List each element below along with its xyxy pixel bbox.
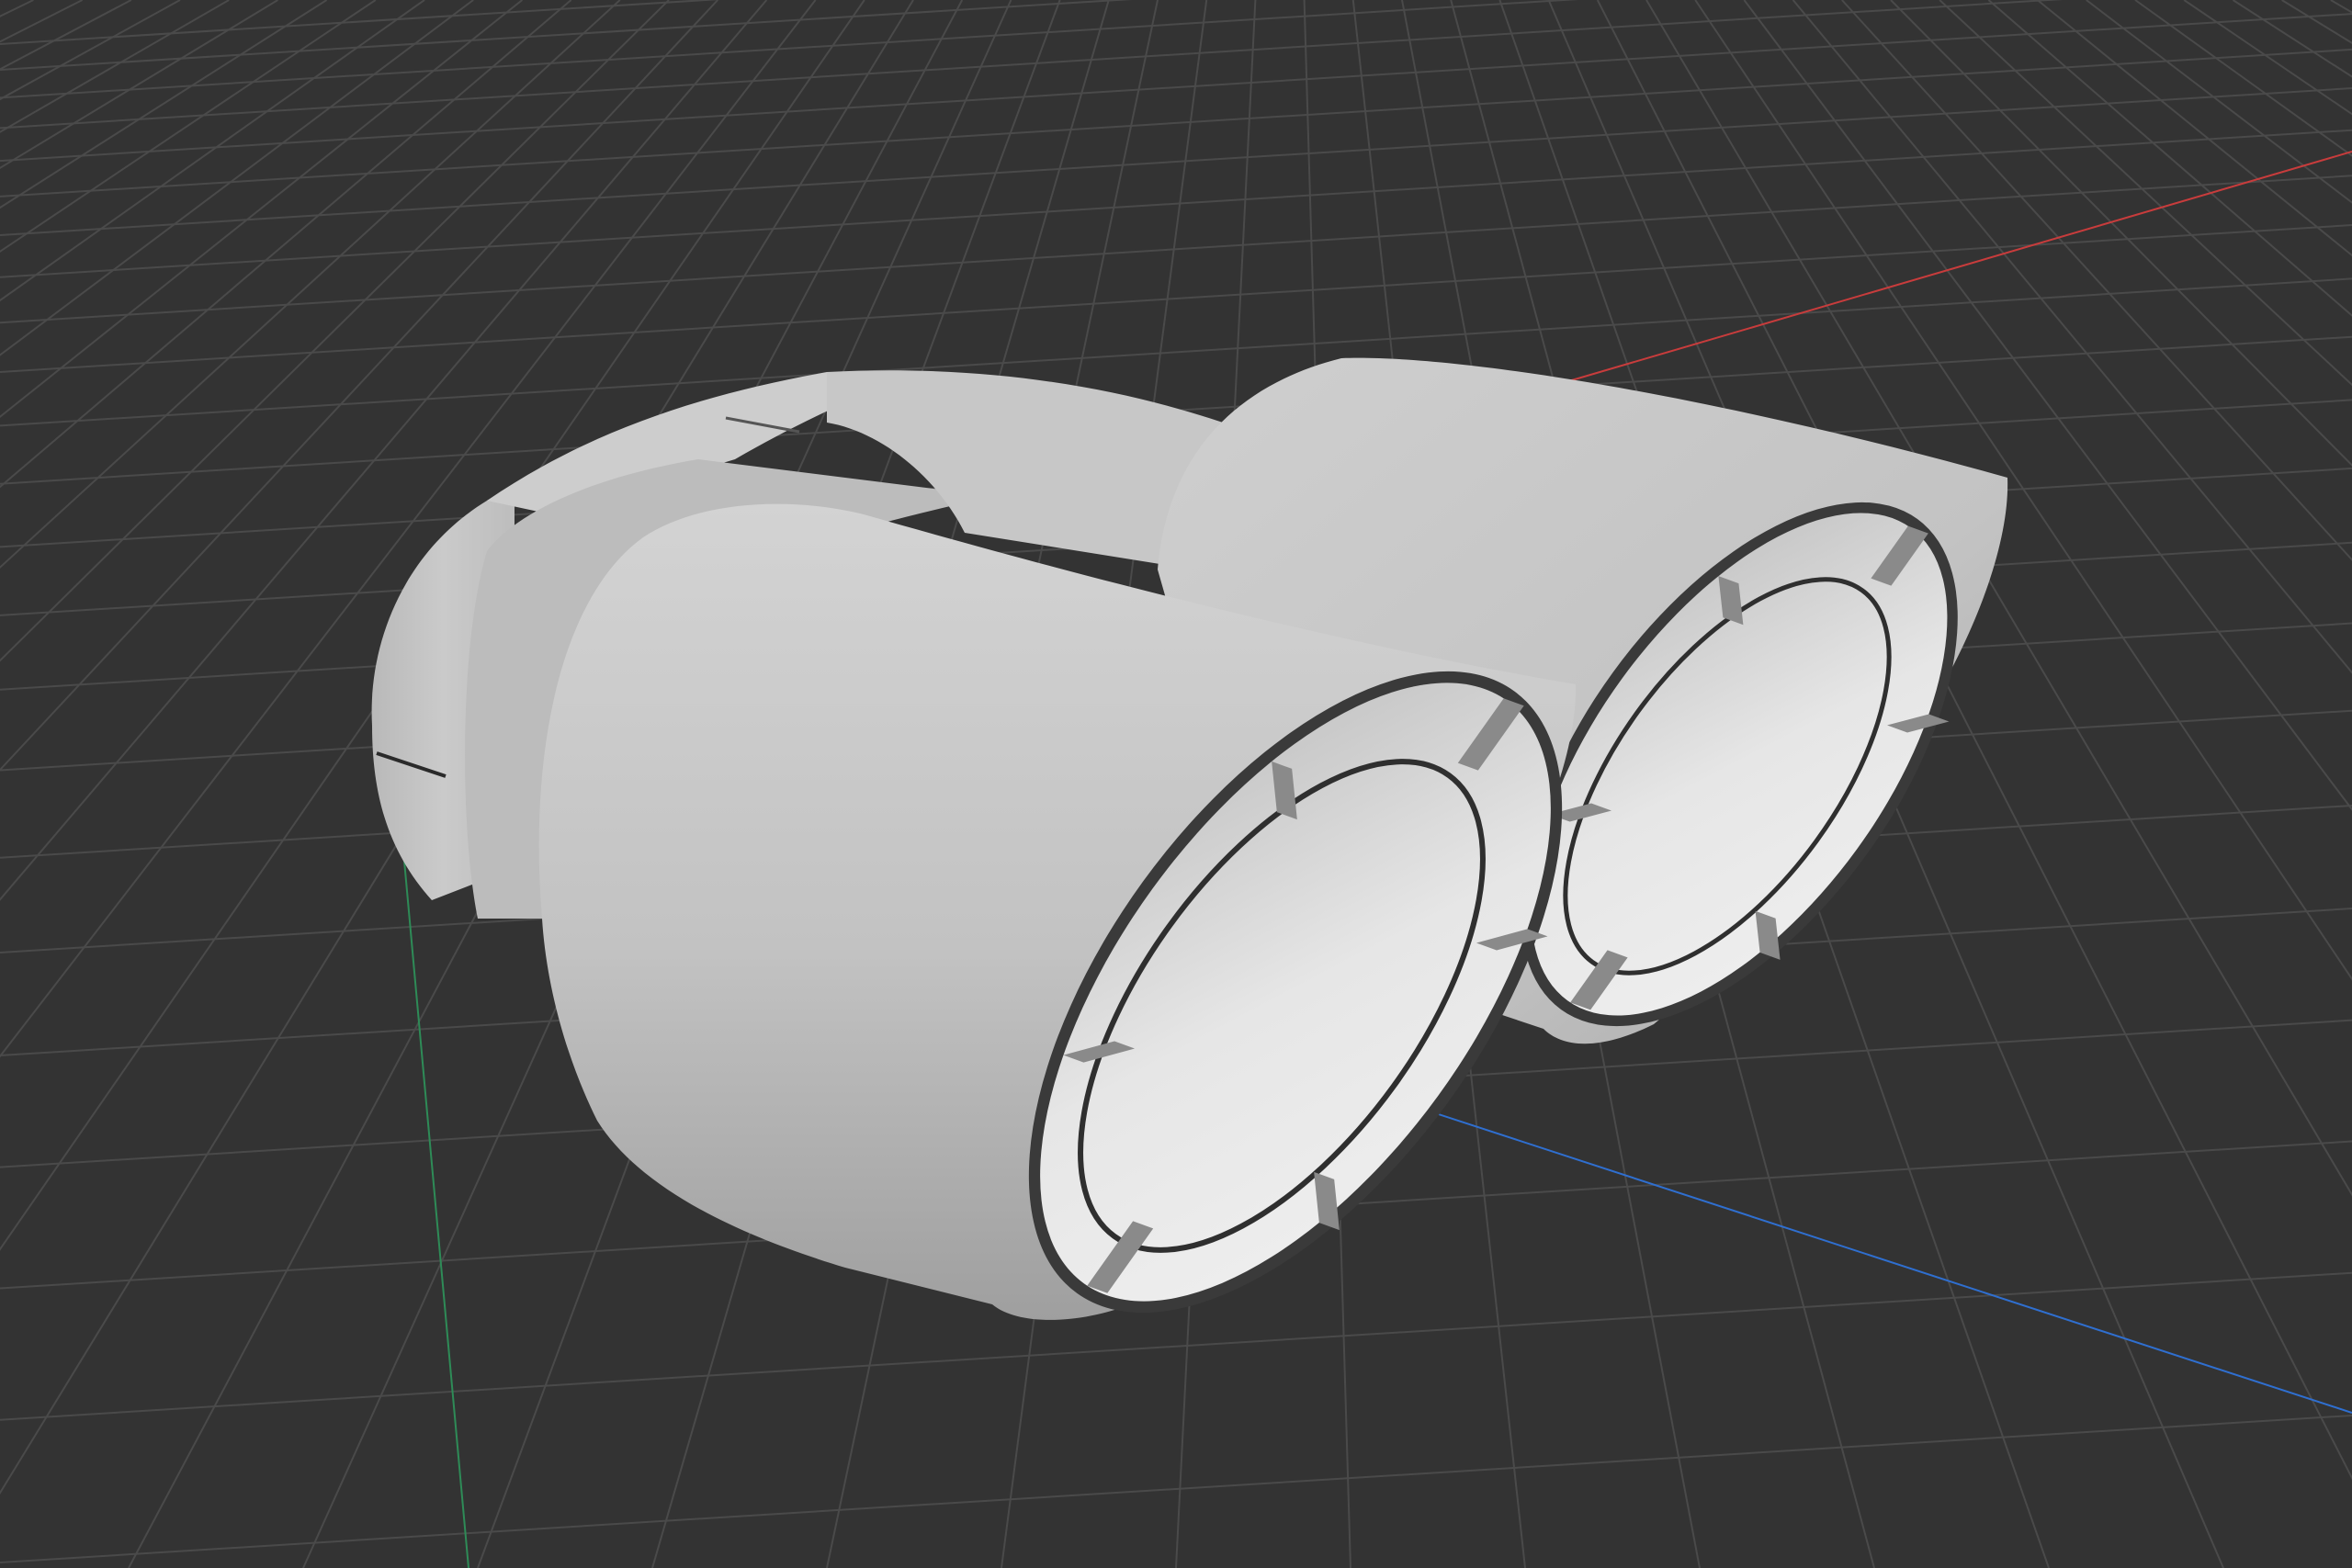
grid-line — [2086, 0, 2352, 204]
grid-line — [2134, 0, 2352, 157]
grid-line — [0, 0, 425, 302]
grid-line — [0, 0, 278, 170]
grid-line — [0, 0, 328, 209]
y-axis-line — [401, 840, 469, 1568]
grid-line — [0, 0, 1133, 71]
grid-line — [0, 0, 181, 101]
grid-line — [0, 0, 230, 133]
grid-line — [0, 48, 2352, 197]
grid-line — [1987, 0, 2352, 317]
grid-line — [0, 0, 721, 45]
grid-line — [1939, 0, 2352, 387]
grid-line — [0, 0, 377, 253]
3d-viewport[interactable] — [0, 0, 2352, 1568]
exhaust-tip-model[interactable] — [371, 357, 2044, 1404]
grid-line — [0, 1414, 2352, 1563]
grid-line — [1841, 0, 2352, 561]
grid-line — [2281, 0, 2352, 44]
grid-line — [0, 224, 2352, 374]
grid-line — [0, 0, 132, 71]
grid-line — [0, 87, 2352, 237]
grid-line — [0, 13, 2352, 163]
grid-line — [2232, 0, 2352, 78]
